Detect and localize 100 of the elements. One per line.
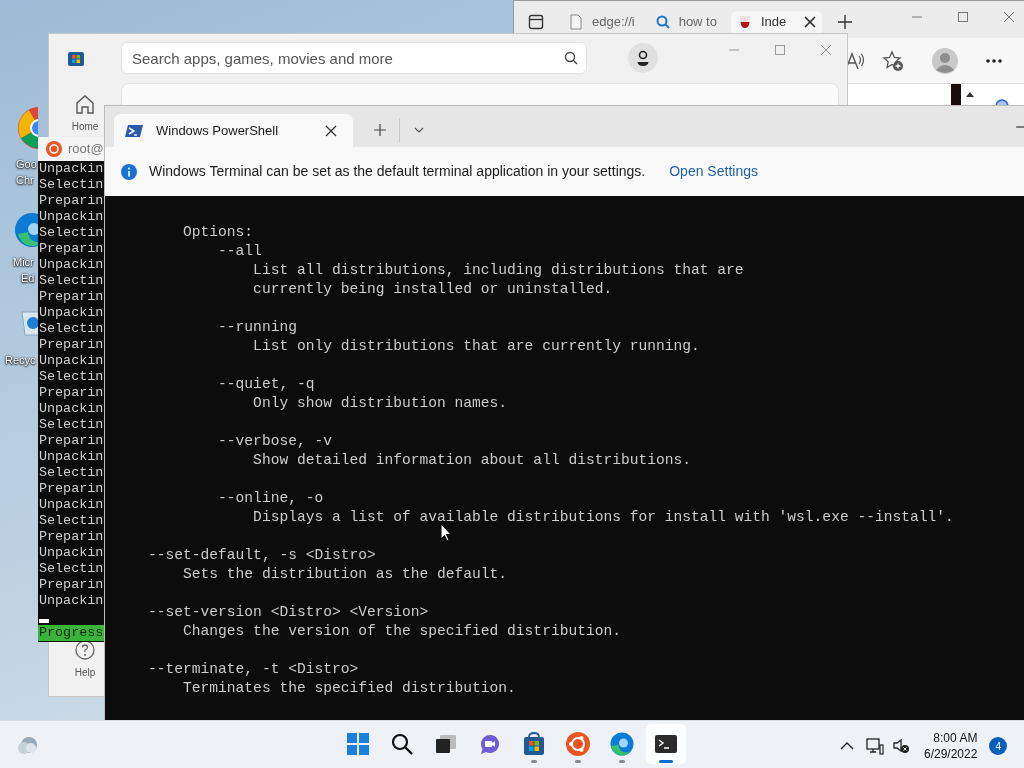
terminal-line: Preparin [38, 385, 104, 401]
sidebar-app-icon[interactable] [995, 98, 1009, 106]
text-cursor [39, 619, 49, 623]
new-tab-icon[interactable] [374, 124, 386, 136]
terminal-line: Preparin [38, 481, 104, 497]
tab-actions-icon[interactable] [528, 14, 544, 31]
terminal-line: Unpackin [38, 449, 104, 465]
progress-label: Progress [38, 625, 104, 641]
terminal-line: Unpackin [38, 257, 104, 273]
terminal-line: List only distributions that are currently running. [252, 337, 701, 356]
search-icon[interactable] [564, 51, 578, 65]
page-image [951, 84, 961, 106]
nav-label[interactable]: Home [71, 119, 99, 134]
more-options-icon[interactable] [986, 58, 1002, 63]
browser-tab[interactable]: Inde [730, 11, 823, 34]
terminal-line: Preparin [38, 577, 104, 593]
terminal-icon[interactable] [654, 732, 678, 756]
chevron-down-icon[interactable] [414, 127, 424, 133]
edge-logo-icon[interactable] [610, 732, 634, 756]
terminal-line: Unpackin [38, 593, 104, 609]
nav-label[interactable]: Help [74, 665, 96, 680]
search-icon[interactable] [390, 732, 414, 756]
scroll-up-icon[interactable] [965, 90, 975, 98]
icon-label: Chr [16, 173, 34, 188]
start-icon[interactable] [346, 732, 370, 756]
info-icon [121, 163, 137, 180]
ubuntu-logo-icon[interactable] [566, 732, 590, 756]
chevron-up-icon[interactable] [840, 742, 854, 750]
terminal-line: Unpackin [38, 353, 104, 369]
terminal-line: Unpackin [38, 497, 104, 513]
help-icon[interactable] [74, 639, 96, 661]
powershell-icon [124, 122, 144, 139]
terminal-line: --verbose, -v [217, 432, 333, 451]
terminal-line: Unpackin [38, 545, 104, 561]
volume-muted-icon[interactable] [892, 737, 910, 755]
maximize-icon[interactable] [957, 11, 969, 24]
terminal-line: Preparin [38, 193, 104, 209]
terminal-line: --online, -o [217, 489, 325, 508]
terminal-line: Preparin [38, 529, 104, 545]
terminal-line: Terminates the specified distribution. [182, 679, 517, 698]
new-tab-icon[interactable] [838, 15, 853, 30]
terminal-line: Preparin [38, 337, 104, 353]
ubuntu-logo-icon [46, 141, 62, 157]
terminal-line: --quiet, -q [217, 375, 316, 394]
mouse-pointer-icon [440, 523, 452, 542]
page-icon [568, 14, 584, 31]
terminal-line: Options: [182, 223, 255, 242]
icon-label: Goo [16, 157, 37, 172]
open-settings-link[interactable]: Open Settings [669, 161, 758, 182]
search-icon [654, 14, 671, 31]
store-logo-icon [67, 49, 85, 67]
terminal-line: Unpackin [38, 161, 104, 177]
terminal-line: Selectin [38, 369, 104, 385]
clock-date[interactable]: 6/29/2022 [924, 746, 978, 762]
notification-badge[interactable]: 4 [989, 737, 1008, 755]
terminal-line: Unpackin [38, 209, 104, 225]
terminal-line: Selectin [38, 225, 104, 241]
clock-time[interactable]: 8:00 AM [924, 730, 978, 746]
task-view-icon[interactable] [434, 732, 458, 756]
terminal-line: Sets the distribution as the default. [182, 565, 509, 584]
terminal-line: --set-version <Distro> <Version> [147, 603, 430, 622]
info-message: Windows Terminal can be set as the default terminal application in your settings. [149, 162, 646, 181]
terminal-line: Selectin [38, 513, 104, 529]
search-field[interactable]: Search apps, games, movies and more [121, 42, 587, 74]
favorite-add-icon[interactable] [882, 49, 904, 72]
terminal-line: Selectin [38, 321, 104, 337]
close-icon[interactable] [804, 16, 817, 29]
window-title: root@ [68, 140, 104, 159]
terminal-line: Preparin [38, 289, 104, 305]
terminal-line: --terminate, -t <Distro> [147, 660, 360, 679]
terminal-line: --set-default, -s <Distro> [147, 546, 377, 565]
terminal-line: --running [217, 318, 298, 337]
terminal-line: Only show distribution names. [252, 394, 509, 413]
chat-icon[interactable] [478, 732, 502, 756]
terminal-line: Selectin [38, 177, 104, 193]
profile-avatar-icon[interactable] [932, 47, 958, 74]
terminal-line: Unpackin [38, 401, 104, 417]
terminal-tab[interactable]: Windows PowerShell [114, 114, 353, 147]
network-icon[interactable] [866, 737, 884, 755]
terminal-line: Unpackin [38, 305, 104, 321]
terminal-line: Preparin [38, 241, 104, 257]
browser-tab[interactable]: how to [648, 11, 723, 34]
store-icon[interactable] [522, 732, 546, 756]
terminal-line: Preparin [38, 433, 104, 449]
terminal-line: currently being installed or uninstalled. [252, 280, 614, 299]
terminal-line: Show detailed information about all distributions. [252, 451, 692, 470]
terminal-line: Changes the version of the specified distribution. [182, 622, 622, 641]
account-icon[interactable] [628, 43, 658, 73]
close-icon[interactable] [325, 124, 337, 137]
terminal-line: Selectin [38, 417, 104, 433]
browser-tab[interactable]: edge://i [562, 11, 641, 34]
terminal-line: Selectin [38, 273, 104, 289]
terminal-line: Selectin [38, 561, 104, 577]
icon-label: Micr [13, 255, 34, 270]
terminal-line: List all distributions, including distributions that are [252, 261, 745, 280]
terminal-line: Displays a list of available distributions for install with 'wsl.exe --install'. [252, 508, 955, 527]
terminal-line: Selectin [38, 465, 104, 481]
home-icon[interactable] [74, 93, 96, 115]
icon-label: Ed [21, 271, 35, 286]
terminal-line: --all [217, 242, 263, 261]
